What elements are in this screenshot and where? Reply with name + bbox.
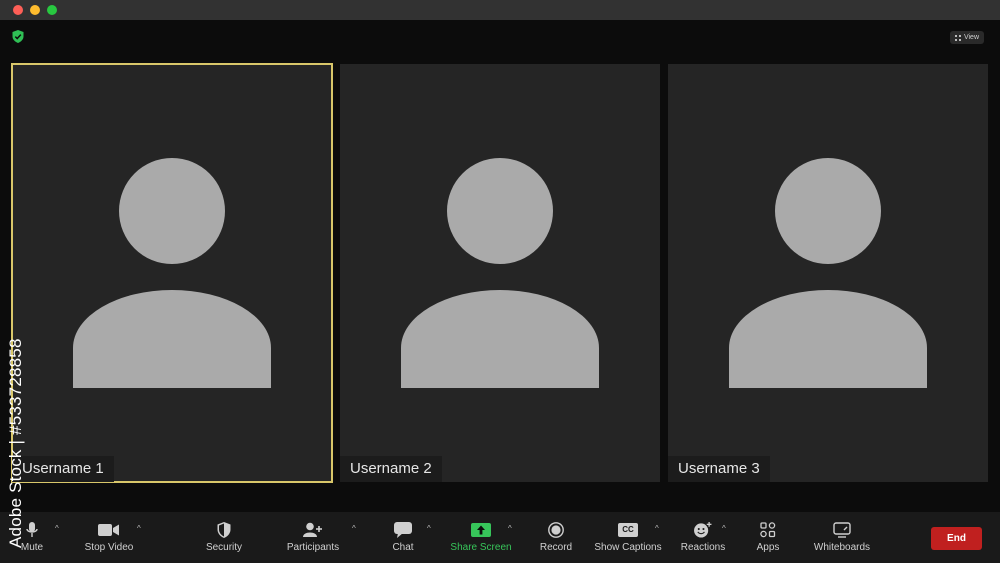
reactions-options-caret[interactable]: ^	[722, 524, 726, 533]
shield-check-icon[interactable]	[12, 30, 24, 43]
view-label: View	[963, 34, 979, 41]
apps-label: Apps	[756, 542, 780, 553]
audio-options-caret[interactable]: ^	[55, 524, 59, 533]
microphone-icon	[26, 522, 38, 537]
reactions-label: Reactions	[680, 542, 726, 553]
zoom-window-button[interactable]	[47, 5, 57, 15]
meeting-toolbar: Mute ^ Stop Video ^ Security Participant…	[0, 512, 1000, 563]
apps-button[interactable]: Apps	[754, 512, 782, 563]
window-titlebar	[0, 0, 1000, 20]
cc-captions-icon: CC	[618, 523, 638, 537]
participants-button[interactable]: Participants	[280, 512, 346, 563]
video-camera-icon	[98, 524, 119, 536]
share-options-caret[interactable]: ^	[508, 524, 512, 533]
grid-icon	[954, 34, 961, 41]
avatar-head	[775, 158, 881, 264]
minimize-window-button[interactable]	[30, 5, 40, 15]
end-meeting-button[interactable]: End	[931, 527, 982, 550]
video-tile-3[interactable]: Username 3	[668, 64, 988, 482]
video-options-caret[interactable]: ^	[137, 524, 141, 533]
chat-button[interactable]: Chat	[386, 512, 420, 563]
participants-options-caret[interactable]: ^	[352, 524, 356, 533]
participant-name: Username 1	[12, 456, 114, 482]
stop-video-label: Stop Video	[84, 542, 134, 553]
reaction-smiley-icon	[694, 522, 712, 538]
record-label: Record	[539, 542, 573, 553]
participant-name: Username 3	[668, 456, 770, 482]
avatar-body	[729, 290, 927, 388]
participant-name: Username 2	[340, 456, 442, 482]
chat-label: Chat	[392, 542, 414, 553]
share-screen-button[interactable]: Share Screen	[449, 512, 513, 563]
stop-video-button[interactable]: Stop Video	[80, 512, 138, 563]
security-button[interactable]: Security	[200, 512, 248, 563]
avatar-body	[73, 290, 271, 388]
apps-grid-icon	[760, 522, 776, 538]
close-window-button[interactable]	[13, 5, 23, 15]
record-icon	[548, 522, 564, 538]
share-screen-label: Share Screen	[450, 542, 512, 553]
show-captions-label: Show Captions	[594, 542, 662, 553]
record-button[interactable]: Record	[536, 512, 576, 563]
whiteboards-button[interactable]: Whiteboards	[810, 512, 874, 563]
avatar-head	[119, 158, 225, 264]
whiteboard-icon	[833, 522, 851, 538]
captions-options-caret[interactable]: ^	[655, 524, 659, 533]
whiteboards-label: Whiteboards	[813, 542, 871, 553]
view-button[interactable]: View	[949, 31, 984, 44]
chat-options-caret[interactable]: ^	[427, 524, 431, 533]
video-tile-2[interactable]: Username 2	[340, 64, 660, 482]
show-captions-button[interactable]: CC Show Captions	[592, 512, 664, 563]
share-screen-arrow-icon	[471, 523, 491, 537]
stock-id-watermark: Adobe Stock | #533728858	[6, 338, 25, 548]
security-shield-icon	[217, 522, 231, 538]
participants-icon	[303, 522, 322, 537]
chat-bubble-icon	[394, 522, 412, 538]
avatar-head	[447, 158, 553, 264]
reactions-button[interactable]: Reactions	[677, 512, 729, 563]
video-tile-1[interactable]: Username 1	[11, 63, 333, 483]
avatar-body	[401, 290, 599, 388]
security-label: Security	[205, 542, 243, 553]
participants-label: Participants	[286, 542, 340, 553]
